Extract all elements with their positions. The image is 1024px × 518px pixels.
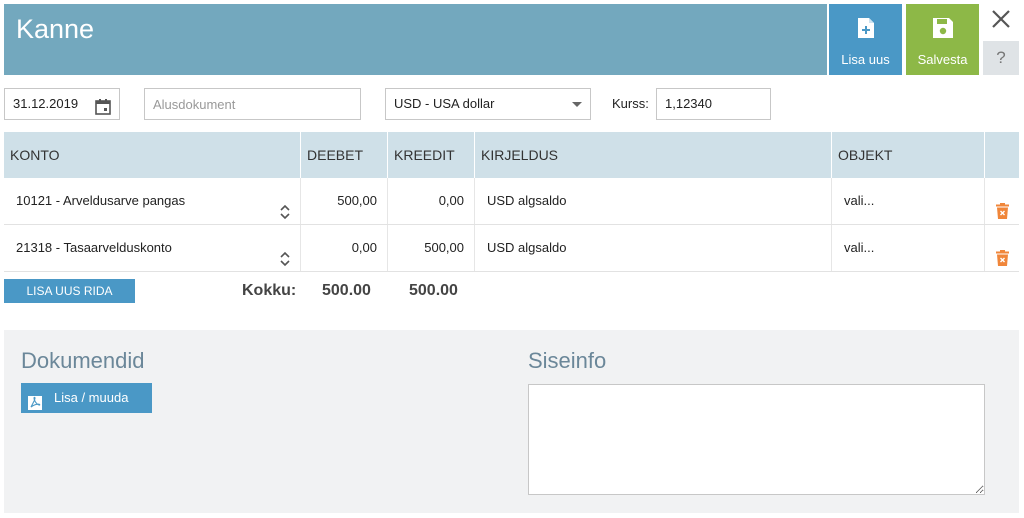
documents-title: Dokumendid xyxy=(21,348,145,373)
rate-input[interactable]: 1,12340 xyxy=(656,88,771,120)
entries-table: KONTO DEEBET KREEDIT KIRJELDUS OBJEKT 10… xyxy=(4,132,1019,272)
save-label: Salvesta xyxy=(917,52,968,67)
save-button[interactable]: Salvesta xyxy=(906,4,979,75)
account-value: 10121 - Arveldusarve pangas xyxy=(16,193,186,208)
credit-cell[interactable]: 0,00 xyxy=(387,178,474,224)
bottom-panel: Dokumendid Lisa / muuda Siseinfo xyxy=(4,330,1019,513)
header-deebet: DEEBET xyxy=(300,132,387,178)
date-value: 31.12.2019 xyxy=(13,96,79,111)
calendar-icon[interactable] xyxy=(95,96,111,126)
account-select[interactable]: 10121 - Arveldusarve pangas xyxy=(4,178,300,224)
internal-info-textarea[interactable] xyxy=(528,384,985,495)
table-row: 10121 - Arveldusarve pangas 500,00 0,00 … xyxy=(4,178,1019,225)
pdf-icon xyxy=(28,391,42,421)
close-button[interactable] xyxy=(990,8,1012,32)
object-select[interactable]: vali... xyxy=(831,225,984,271)
header-konto: KONTO xyxy=(10,147,60,163)
credit-cell[interactable]: 500,00 xyxy=(387,225,474,271)
page-title: Kanne xyxy=(16,14,95,44)
close-icon xyxy=(990,10,1012,34)
table-header: KONTO DEEBET KREEDIT KIRJELDUS OBJEKT xyxy=(4,132,1019,178)
add-row-button[interactable]: LISA UUS RIDA xyxy=(4,279,135,303)
total-label: Kokku: xyxy=(242,282,297,299)
date-field[interactable]: 31.12.2019 xyxy=(4,88,120,120)
file-plus-icon xyxy=(857,17,875,42)
chevron-up-down-icon xyxy=(280,240,290,286)
currency-value: USD - USA dollar xyxy=(394,96,495,111)
rate-label: Kurss: xyxy=(612,96,649,111)
account-select[interactable]: 21318 - Tasaarvelduskonto xyxy=(4,225,300,271)
debit-cell[interactable]: 500,00 xyxy=(300,178,387,224)
internal-info-title: Siseinfo xyxy=(528,348,607,373)
description-cell[interactable]: USD algsaldo xyxy=(474,178,831,224)
object-select[interactable]: vali... xyxy=(831,178,984,224)
delete-cell xyxy=(984,178,1019,224)
caret-down-icon xyxy=(572,102,582,107)
documents-edit-label: Lisa / muuda xyxy=(54,390,129,405)
total-credit: 500.00 xyxy=(409,282,458,299)
total-debit: 500.00 xyxy=(322,282,371,299)
header-kreedit: KREEDIT xyxy=(387,132,474,178)
help-button[interactable]: ? xyxy=(983,41,1019,75)
documents-edit-button[interactable]: Lisa / muuda xyxy=(21,383,152,413)
base-document-input[interactable] xyxy=(144,88,361,120)
add-new-button[interactable]: Lisa uus xyxy=(829,4,902,75)
description-cell[interactable]: USD algsaldo xyxy=(474,225,831,271)
add-new-label: Lisa uus xyxy=(841,52,890,67)
floppy-disk-icon xyxy=(932,17,954,42)
delete-cell xyxy=(984,225,1019,271)
table-row: 21318 - Tasaarvelduskonto 0,00 500,00 US… xyxy=(4,225,1019,272)
trash-icon[interactable] xyxy=(996,239,1009,285)
rate-value: 1,12340 xyxy=(665,96,712,111)
account-value: 21318 - Tasaarvelduskonto xyxy=(16,240,172,255)
debit-cell[interactable]: 0,00 xyxy=(300,225,387,271)
header-kirjeldus: KIRJELDUS xyxy=(474,132,831,178)
header-objekt: OBJEKT xyxy=(831,132,984,178)
header-bar: Kanne xyxy=(4,4,827,75)
currency-select[interactable]: USD - USA dollar xyxy=(385,88,591,120)
header-actions xyxy=(984,132,1019,178)
